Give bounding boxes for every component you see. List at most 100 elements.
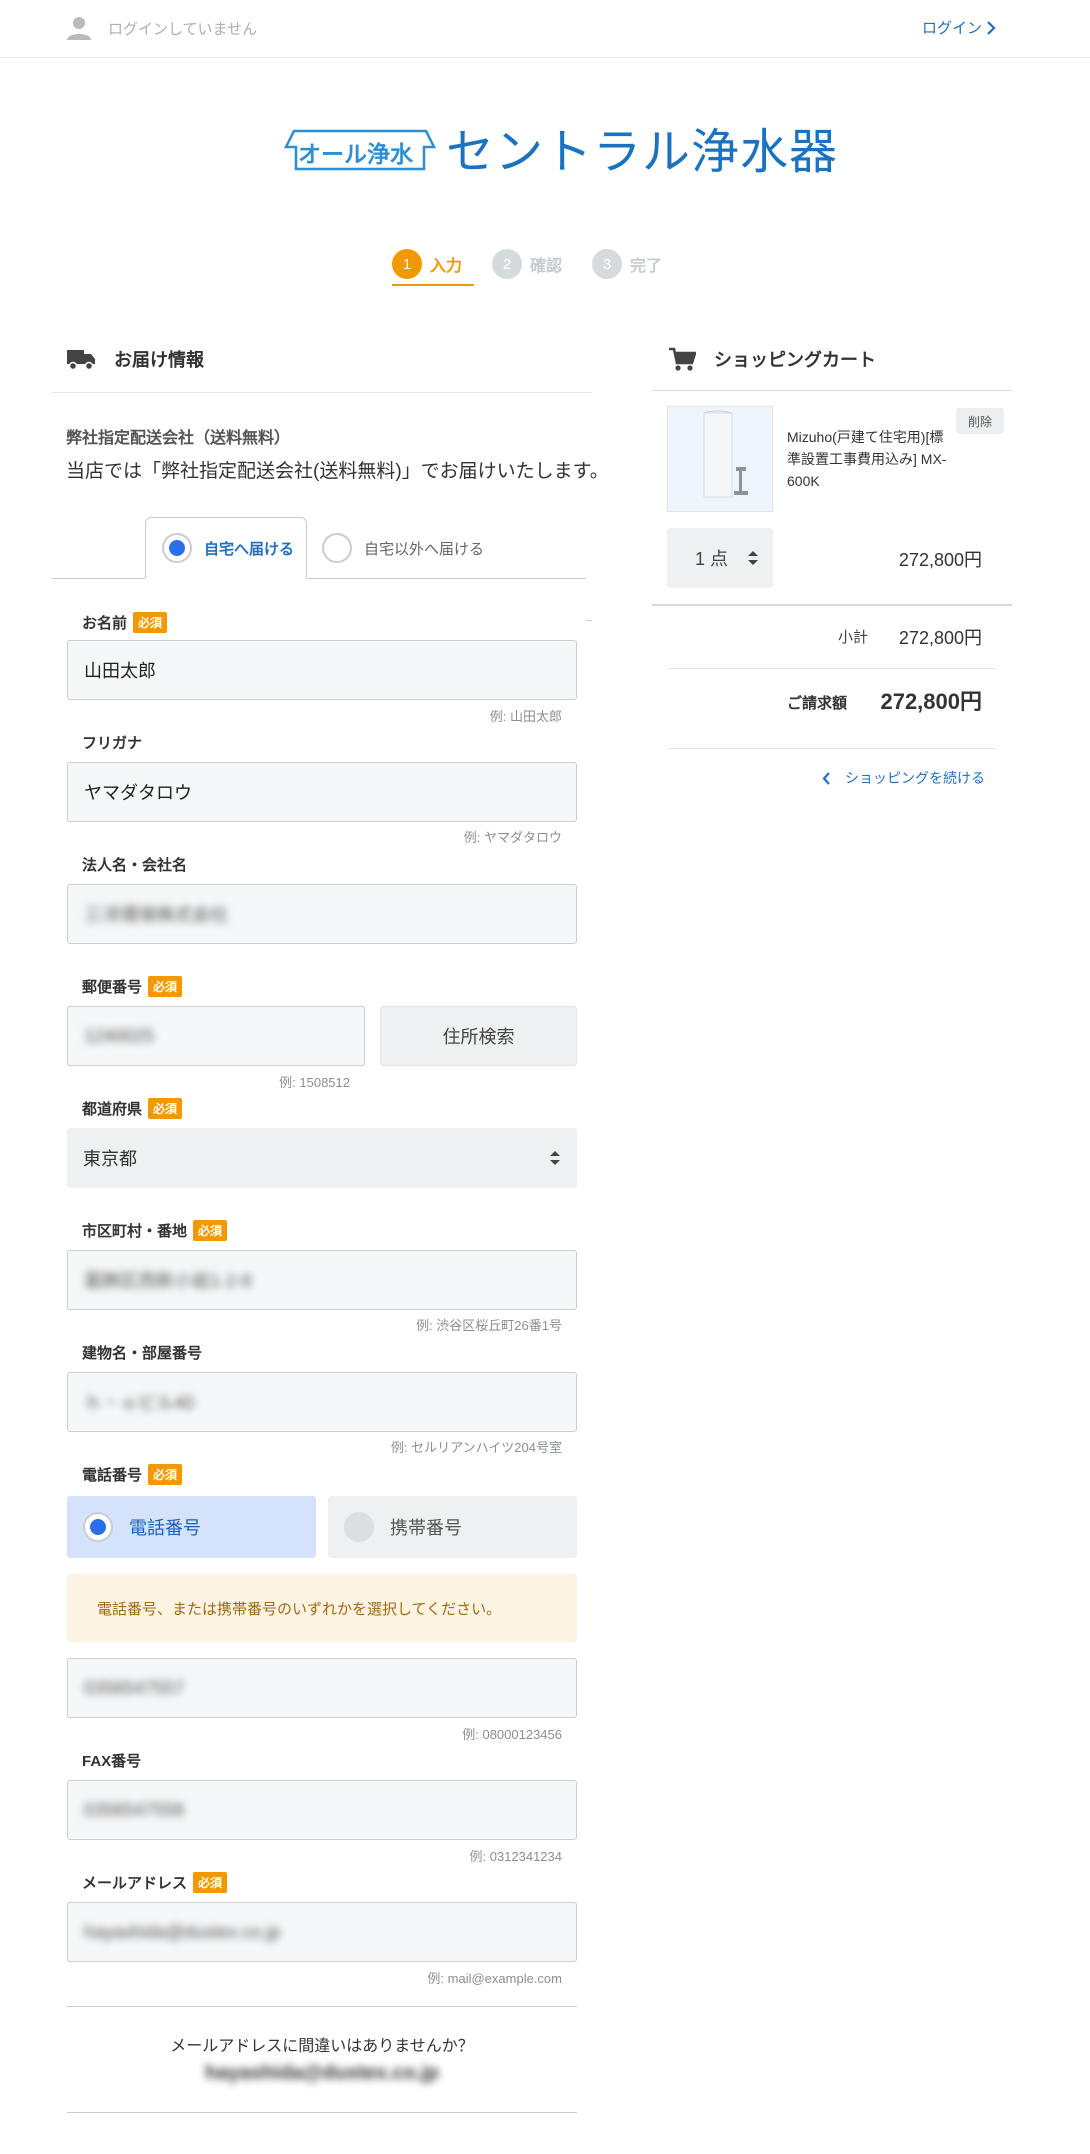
- brand-badge-text: オール浄水: [298, 142, 413, 168]
- divider: [52, 392, 592, 393]
- delivery-heading: お届け情報: [66, 346, 204, 372]
- item-price: 272,800円: [898, 550, 982, 570]
- email-confirm-question: メールアドレスに間違いはありませんか？: [170, 2038, 474, 2055]
- company-input[interactable]: 三洋環境株式会社: [67, 884, 577, 944]
- cart-icon: [669, 347, 696, 371]
- name-label: お名前 必須: [82, 612, 168, 633]
- field-label-text: フリガナ: [82, 735, 143, 752]
- required-badge: 必須: [133, 612, 168, 633]
- required-badge: 必須: [148, 1098, 183, 1119]
- field-label-text: 郵便番号: [82, 979, 143, 996]
- phone-label: 電話番号 必須: [82, 1464, 183, 1485]
- zip-input[interactable]: 1240025: [67, 1006, 365, 1066]
- active-step-underline: [392, 284, 474, 286]
- radio-unselected-icon: [344, 1512, 374, 1542]
- input-value: 0356547557: [84, 1677, 185, 1698]
- building-hint: 例: セルリアンハイツ204号室: [390, 1440, 562, 1455]
- tab-home-delivery[interactable]: 自宅へ届ける: [145, 517, 307, 579]
- fax-label: FAX番号: [82, 1750, 141, 1771]
- input-value: 三洋環境株式会社: [84, 905, 228, 925]
- step-label: 完了: [630, 258, 663, 275]
- kana-input[interactable]: ヤマダタロウ: [67, 762, 577, 822]
- required-badge: 必須: [148, 976, 183, 997]
- field-label-text: 都道府県: [82, 1101, 143, 1118]
- subtotal-label: 小計: [838, 629, 869, 646]
- field-label-text: 建物名・部屋番号: [82, 1345, 203, 1362]
- input-value: hayashida@dustex.co.jp: [84, 1921, 281, 1942]
- select-arrows-icon: [550, 1151, 560, 1165]
- divider: [586, 620, 592, 621]
- radio-unselected-icon: [322, 533, 352, 563]
- divider: [652, 604, 1012, 606]
- city-input[interactable]: 葛飾区西新小岩1-2-6: [67, 1250, 577, 1310]
- divider: [668, 748, 996, 749]
- phone-input[interactable]: 0356547557: [67, 1658, 577, 1718]
- field-label-text: お名前: [82, 615, 128, 632]
- radio-selected-icon: [83, 1512, 113, 1542]
- required-badge: 必須: [193, 1220, 228, 1241]
- subtotal-value: 272,800円: [898, 628, 982, 648]
- user-icon: [67, 17, 91, 40]
- tab-label: 自宅以外へ届ける: [364, 540, 485, 558]
- step-label: 確認: [530, 258, 563, 275]
- field-label-text: 電話番号: [82, 1467, 143, 1484]
- tabs-baseline: [52, 578, 586, 579]
- total-value: 272,800円: [880, 689, 982, 714]
- field-label-text: 法人名・会社名: [82, 857, 188, 874]
- kana-hint: 例: ヤマダタロウ: [463, 830, 562, 845]
- login-link-label: ログイン: [921, 20, 982, 37]
- phone-type-landline[interactable]: 電話番号: [67, 1496, 316, 1558]
- step-label: 入力: [430, 258, 463, 275]
- product-name[interactable]: Mizuho(戸建て住宅用)[標準設置工事費用込み] MX-600K: [787, 426, 957, 492]
- cart-heading-label: ショッピングカート: [714, 350, 876, 370]
- step-number: 2: [492, 249, 523, 279]
- delivery-heading-label: お届け情報: [114, 350, 204, 370]
- step-input: 1 入力: [392, 246, 462, 282]
- input-value: 0356547558: [84, 1799, 185, 1820]
- step-confirm: 2 確認: [492, 246, 562, 282]
- email-input[interactable]: hayashida@dustex.co.jp: [67, 1902, 577, 1962]
- continue-shopping-label: ショッピングを続ける: [845, 770, 985, 786]
- brand-badge: オール浄水: [278, 119, 438, 175]
- city-label: 市区町村・番地 必須: [82, 1220, 228, 1241]
- top-bar: ログインしていません ログイン: [0, 0, 1090, 58]
- input-value: 山田太郎: [84, 661, 156, 681]
- quantity-select[interactable]: 1 点: [667, 528, 773, 588]
- prefecture-select[interactable]: 東京都: [67, 1128, 577, 1188]
- step-complete: 3 完了: [592, 246, 662, 282]
- truck-icon: [67, 350, 95, 371]
- address-search-button[interactable]: 住所検索: [380, 1006, 577, 1066]
- delete-button[interactable]: 削除: [956, 408, 1004, 434]
- input-value: 1240025: [84, 1025, 155, 1046]
- step-number: 1: [392, 249, 422, 279]
- input-value: ｈ・ｏビル40: [84, 1393, 195, 1413]
- chevron-right-icon: [987, 20, 996, 35]
- zip-label: 郵便番号 必須: [82, 976, 183, 997]
- company-label: 法人名・会社名: [82, 854, 187, 875]
- input-value: ヤマダタロウ: [84, 783, 192, 803]
- required-badge: 必須: [148, 1464, 183, 1485]
- name-input[interactable]: 山田太郎: [67, 640, 577, 700]
- brand-logo[interactable]: オール浄水 セントラル浄水器: [278, 112, 838, 182]
- fax-input[interactable]: 0356547558: [67, 1780, 577, 1840]
- prefecture-label: 都道府県 必須: [82, 1098, 183, 1119]
- select-value: 東京都: [83, 1149, 137, 1169]
- divider: [652, 390, 1012, 391]
- continue-shopping-link[interactable]: ショッピングを続ける: [822, 768, 985, 788]
- checkout-steps: 1 入力 2 確認 3 完了: [392, 246, 692, 282]
- tab-label: 自宅へ届ける: [204, 540, 295, 558]
- email-hint: 例: mail@example.com: [427, 1971, 562, 1986]
- phone-type-mobile[interactable]: 携帯番号: [328, 1496, 577, 1558]
- zip-hint: 例: 1508512: [279, 1075, 350, 1090]
- login-link[interactable]: ログイン: [922, 17, 996, 38]
- email-label: メールアドレス 必須: [82, 1872, 228, 1893]
- kana-label: フリガナ: [82, 732, 142, 753]
- product-thumbnail[interactable]: [667, 406, 773, 512]
- option-label: 携帯番号: [390, 1518, 462, 1538]
- water-filter-image: [703, 410, 748, 498]
- field-label-text: メールアドレス: [82, 1875, 188, 1892]
- phone-hint: 例: 08000123456: [462, 1727, 562, 1742]
- building-input[interactable]: ｈ・ｏビル40: [67, 1372, 577, 1432]
- divider: [67, 2112, 577, 2113]
- tab-other-delivery[interactable]: 自宅以外へ届ける: [322, 517, 484, 579]
